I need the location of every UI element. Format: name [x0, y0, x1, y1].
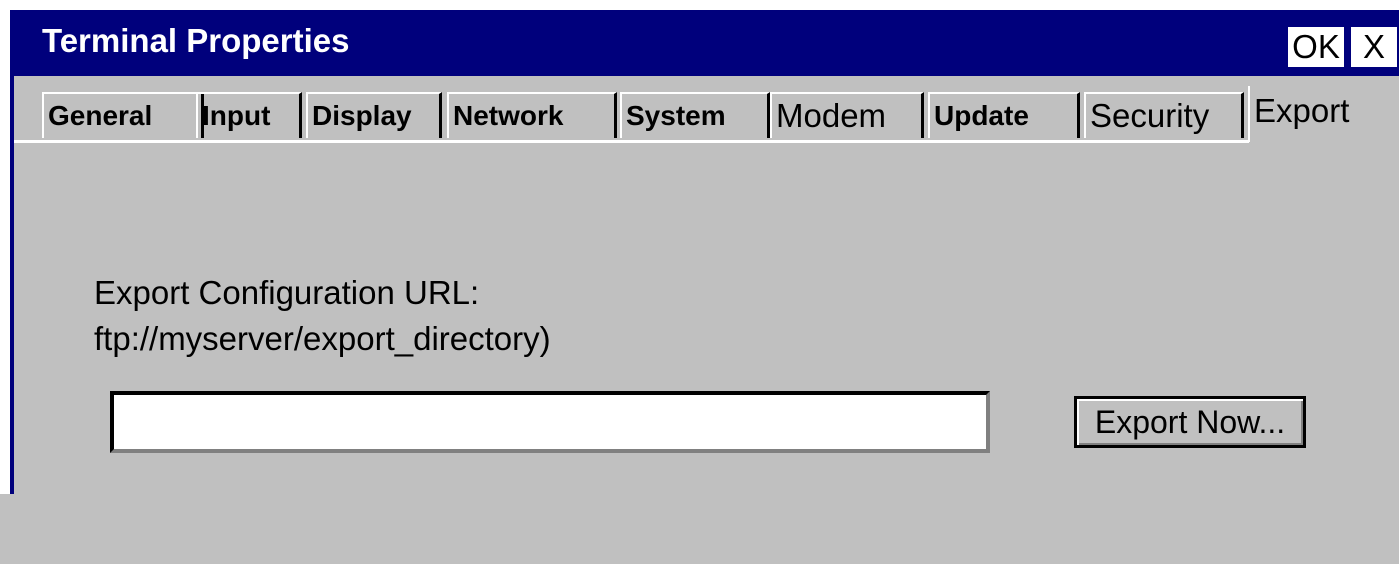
export-url-hint: ftp://myserver/export_directory)	[94, 320, 551, 357]
tab-network[interactable]: Network	[447, 92, 617, 138]
close-button[interactable]: X	[1351, 27, 1397, 67]
dialog-title: Terminal Properties	[42, 22, 350, 59]
tab-update[interactable]: Update	[928, 92, 1080, 138]
tab-input[interactable]: Input	[196, 92, 302, 138]
tab-modem[interactable]: Modem	[770, 92, 924, 138]
tab-security[interactable]: Security	[1084, 92, 1244, 138]
tab-export[interactable]: Export	[1248, 86, 1398, 142]
tab-general[interactable]: General	[42, 92, 204, 138]
tab-display[interactable]: Display	[306, 92, 442, 138]
export-url-input[interactable]	[110, 391, 990, 453]
tab-strip-divider	[14, 140, 1249, 143]
title-bar[interactable]: Terminal Properties OK X	[10, 10, 1399, 76]
tab-strip: General Input Display Network System Mod…	[14, 76, 1399, 142]
ok-button[interactable]: OK	[1288, 27, 1344, 67]
terminal-properties-dialog: Terminal Properties OK X General Input D…	[10, 10, 1399, 564]
export-now-button[interactable]: Export Now...	[1074, 396, 1306, 448]
tab-system[interactable]: System	[620, 92, 770, 138]
export-url-label: Export Configuration URL:	[94, 274, 480, 311]
